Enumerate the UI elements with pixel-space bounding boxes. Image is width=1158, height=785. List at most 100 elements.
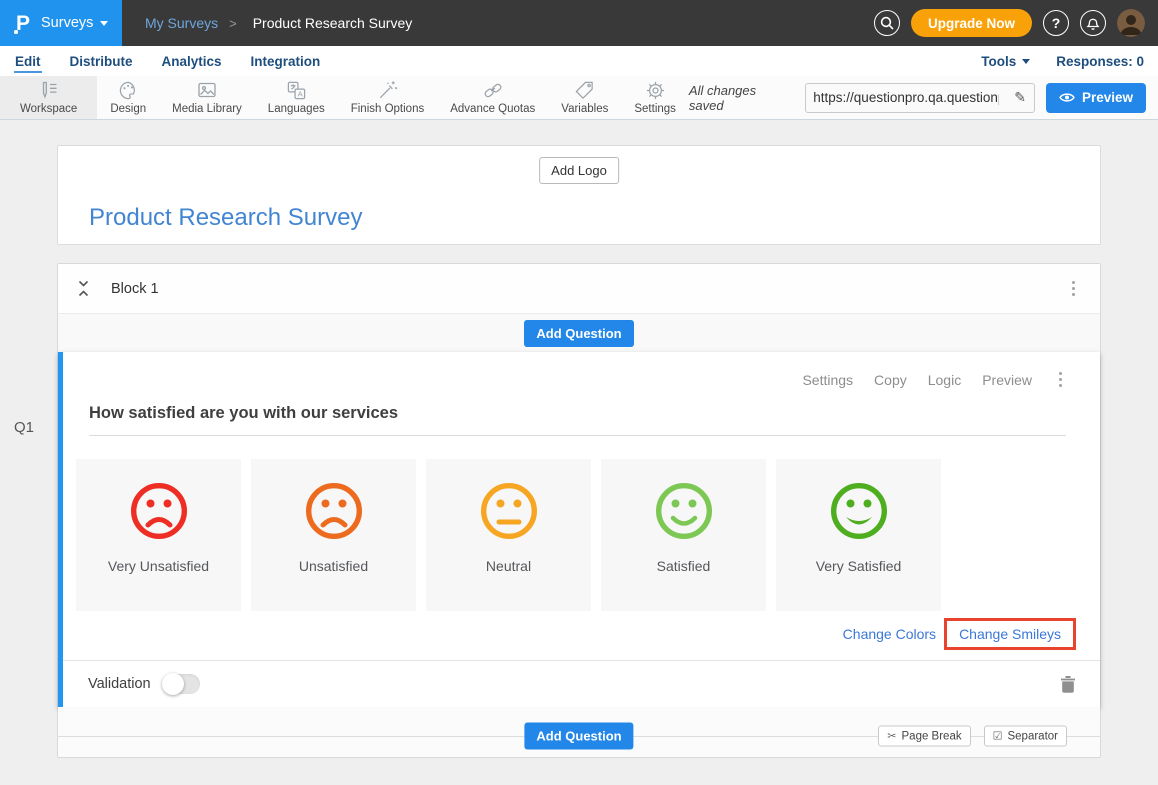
tab-integration[interactable]: Integration: [250, 50, 322, 73]
survey-url-input[interactable]: [806, 90, 1006, 105]
question-number-label: Q1: [14, 419, 34, 436]
media-library-icon: [196, 80, 218, 101]
option-neutral[interactable]: Neutral: [426, 459, 591, 611]
neutral-smiley-icon: [478, 480, 540, 542]
questionpro-logo-icon: P: [16, 13, 30, 34]
satisfied-smiley-icon: [653, 480, 715, 542]
question-text-field[interactable]: How satisfied are you with our services: [89, 404, 1066, 436]
app-menu-label: Surveys: [41, 15, 93, 31]
block-title: Block 1: [111, 281, 159, 297]
toolbar-item-media-library[interactable]: Media Library: [159, 76, 255, 119]
tab-edit[interactable]: Edit: [14, 50, 42, 73]
change-smileys-link[interactable]: Change Smileys: [959, 626, 1061, 642]
tab-distribute[interactable]: Distribute: [69, 50, 134, 73]
question-copy-link[interactable]: Copy: [874, 372, 907, 388]
page-break-button[interactable]: ✂ Page Break: [878, 726, 970, 747]
option-label: Unsatisfied: [299, 558, 368, 574]
block-card: Block 1 Add Question Settings Copy Logic…: [57, 263, 1101, 758]
languages-icon: A: [286, 80, 307, 101]
survey-title[interactable]: Product Research Survey: [89, 204, 362, 232]
smiley-options: Very Unsatisfied Unsatisfied Neu: [76, 459, 1100, 611]
collapse-block-button[interactable]: [77, 280, 90, 297]
question-mark-icon: ?: [1052, 15, 1061, 31]
toolbar-item-languages[interactable]: A Languages: [255, 76, 338, 119]
collapse-icon: [77, 280, 90, 297]
option-very-satisfied[interactable]: Very Satisfied: [776, 459, 941, 611]
user-avatar[interactable]: [1117, 9, 1145, 37]
validation-toggle[interactable]: [162, 674, 200, 694]
search-icon: [880, 16, 894, 30]
question-text[interactable]: How satisfied are you with our services: [89, 404, 398, 422]
finish-options-icon: [377, 80, 398, 101]
upgrade-now-button[interactable]: Upgrade Now: [911, 9, 1032, 37]
smiley-config-links: Change Colors Change Smileys: [63, 618, 1076, 650]
toggle-knob: [162, 673, 184, 695]
toolbar-item-settings[interactable]: Settings: [621, 76, 689, 119]
question-card: Settings Copy Logic Preview How satisfie…: [58, 352, 1100, 707]
breadcrumb-current-survey: Product Research Survey: [253, 15, 413, 31]
survey-nav-bar: Edit Distribute Analytics Integration To…: [0, 46, 1158, 76]
add-question-button-top[interactable]: Add Question: [524, 320, 633, 347]
eye-icon: [1059, 92, 1075, 103]
unsatisfied-smiley-icon: [303, 480, 365, 542]
validation-label: Validation: [88, 676, 151, 692]
question-preview-link[interactable]: Preview: [982, 372, 1032, 388]
question-actions: Settings Copy Logic Preview: [63, 352, 1100, 391]
block-footer: Add Question ✂ Page Break ☑ Separator: [58, 707, 1100, 757]
chevron-down-icon: [100, 21, 108, 26]
survey-url-field: ✎: [805, 83, 1035, 113]
breadcrumb-separator: >: [229, 16, 237, 31]
notifications-button[interactable]: [1080, 10, 1106, 36]
help-button[interactable]: ?: [1043, 10, 1069, 36]
very-unsatisfied-smiley-icon: [128, 480, 190, 542]
question-settings-link[interactable]: Settings: [802, 372, 853, 388]
app-menu[interactable]: P Surveys: [0, 0, 122, 46]
preview-button[interactable]: Preview: [1046, 83, 1146, 113]
toolbar-item-advance-quotas[interactable]: Advance Quotas: [437, 76, 548, 119]
breadcrumb-my-surveys[interactable]: My Surveys: [145, 15, 218, 31]
avatar-photo: [1117, 9, 1145, 37]
option-unsatisfied[interactable]: Unsatisfied: [251, 459, 416, 611]
settings-icon: [645, 80, 666, 101]
tools-dropdown[interactable]: Tools: [981, 54, 1030, 69]
delete-question-button[interactable]: [1061, 676, 1075, 693]
option-label: Satisfied: [657, 558, 711, 574]
tab-analytics[interactable]: Analytics: [161, 50, 223, 73]
trash-icon: [1061, 676, 1075, 693]
bell-icon: [1086, 16, 1100, 31]
edit-url-pencil-icon[interactable]: ✎: [1006, 89, 1034, 106]
responses-count[interactable]: Responses: 0: [1056, 54, 1144, 69]
option-satisfied[interactable]: Satisfied: [601, 459, 766, 611]
add-logo-button[interactable]: Add Logo: [539, 157, 619, 184]
question-menu-button[interactable]: [1053, 368, 1068, 391]
toolbar-item-design[interactable]: Design: [97, 76, 159, 119]
checkbox-icon: ☑: [993, 730, 1003, 743]
top-header-bar: P Surveys My Surveys > Product Research …: [0, 0, 1158, 46]
chevron-down-icon: [1022, 59, 1030, 64]
add-question-button-bottom[interactable]: Add Question: [524, 723, 633, 750]
option-label: Very Satisfied: [816, 558, 902, 574]
breadcrumb: My Surveys > Product Research Survey: [145, 15, 412, 31]
search-button[interactable]: [874, 10, 900, 36]
svg-text:A: A: [297, 89, 303, 98]
advance-quotas-icon: [482, 80, 504, 101]
toolbar-item-variables[interactable]: Variables: [548, 76, 621, 119]
option-very-unsatisfied[interactable]: Very Unsatisfied: [76, 459, 241, 611]
validation-row: Validation: [63, 660, 1100, 707]
toolbar-item-workspace[interactable]: Workspace: [0, 76, 97, 119]
question-logic-link[interactable]: Logic: [928, 372, 961, 388]
survey-header-card: Add Logo Product Research Survey: [57, 145, 1101, 245]
save-status-text: All changes saved: [689, 83, 794, 113]
option-label: Very Unsatisfied: [108, 558, 209, 574]
block-header: Block 1: [58, 264, 1100, 314]
add-question-strip-top: Add Question: [58, 314, 1100, 352]
workspace-icon: [38, 80, 60, 101]
annotation-highlight-box: Change Smileys: [944, 618, 1076, 650]
change-colors-link[interactable]: Change Colors: [843, 626, 936, 642]
block-menu-button[interactable]: [1066, 277, 1081, 300]
separator-button[interactable]: ☑ Separator: [984, 726, 1067, 747]
variables-icon: [574, 80, 595, 101]
toolbar-item-finish-options[interactable]: Finish Options: [338, 76, 438, 119]
workspace-toolbar: Workspace Design Media Library A Languag…: [0, 76, 1158, 120]
design-icon: [118, 80, 139, 101]
